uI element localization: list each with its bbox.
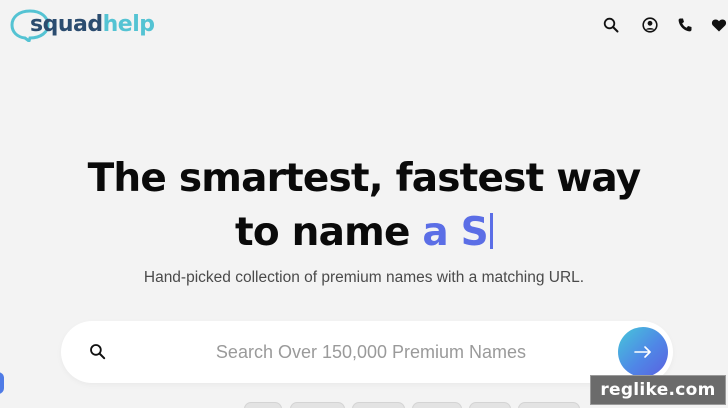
search-bar xyxy=(61,321,673,383)
hero-title-prefix: to name xyxy=(235,210,423,255)
suggestion-chip[interactable] xyxy=(244,402,282,408)
typing-caret xyxy=(489,213,493,249)
account-icon[interactable] xyxy=(641,16,659,34)
hero-title: The smartest, fastest way to name a S xyxy=(0,152,728,260)
suggestion-chip[interactable] xyxy=(412,402,462,408)
logo-text-help: help xyxy=(102,12,155,37)
phone-icon[interactable] xyxy=(676,16,694,34)
search-icon xyxy=(90,344,106,360)
search-submit-button[interactable] xyxy=(618,327,668,377)
search-icon[interactable] xyxy=(602,16,620,34)
suggestion-chip[interactable] xyxy=(469,402,511,408)
heart-icon[interactable] xyxy=(710,16,728,34)
chat-widget-button[interactable] xyxy=(0,372,4,394)
hero-typed-text: a S xyxy=(422,210,488,255)
hero-title-line1: The smartest, fastest way xyxy=(87,156,642,201)
search-input[interactable] xyxy=(151,337,591,367)
suggestion-chip[interactable] xyxy=(352,402,405,408)
logo-wordmark: squadhelp xyxy=(30,12,155,37)
arrow-right-icon xyxy=(634,346,651,358)
hero-subtitle: Hand-picked collection of premium names … xyxy=(143,269,585,286)
logo-text-squad: squad xyxy=(30,12,103,37)
suggestion-chip[interactable] xyxy=(290,402,345,408)
suggestion-chip[interactable] xyxy=(518,402,580,408)
logo[interactable]: squadhelp xyxy=(8,4,155,46)
watermark: reglike.com xyxy=(590,375,726,405)
hero-title-line2: to name a S xyxy=(0,206,728,260)
